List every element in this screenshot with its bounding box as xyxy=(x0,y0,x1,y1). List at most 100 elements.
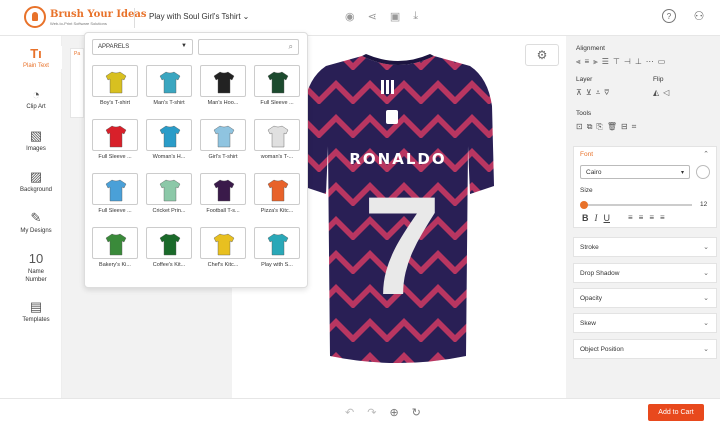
text-align-right-icon[interactable]: ≡ xyxy=(649,213,654,223)
category-value: APPARELS xyxy=(98,44,130,50)
category-select[interactable]: APPARELS ▼ xyxy=(92,39,193,55)
undo-icon[interactable]: ↶ xyxy=(345,406,354,419)
lock-icon[interactable]: ⊟ xyxy=(621,122,628,132)
background-icon: ▨ xyxy=(29,169,43,184)
reset-icon[interactable]: ↻ xyxy=(412,406,421,419)
product-tile[interactable]: Chef's Kitc... xyxy=(200,227,246,272)
size-label: Size xyxy=(580,187,593,194)
stroke-section[interactable]: Stroke ⌄ xyxy=(573,237,717,257)
product-tile[interactable]: Cricket Prin... xyxy=(146,173,192,218)
product-label: Man's Hoo... xyxy=(207,100,239,106)
flip-horizontal-icon[interactable]: ◭ xyxy=(653,88,659,97)
sidebar-item-images[interactable]: ▧ Images xyxy=(10,128,62,152)
sidebar-item-label: Clip Art xyxy=(26,104,46,110)
flip-vertical-icon[interactable]: ◁ xyxy=(663,88,669,97)
jersey-player-name[interactable]: RONALDO xyxy=(349,150,446,168)
redo-icon[interactable]: ↷ xyxy=(367,406,376,419)
chevron-down-icon: ⌄ xyxy=(703,320,709,327)
product-tile[interactable]: Man's Hoo... xyxy=(200,65,246,110)
left-sidebar: Tı Plain Text ◔ Clip Art ▧ Images ▨ Back… xyxy=(10,36,62,398)
object-position-section[interactable]: Object Position ⌄ xyxy=(573,339,717,359)
product-tile[interactable]: Pizza's Kitc... xyxy=(254,173,300,218)
product-tile[interactable]: Full Sleeve ... xyxy=(92,173,138,218)
product-tile[interactable]: Full Sleeve ... xyxy=(254,65,300,110)
sidebar-item-plain-text[interactable]: Tı Plain Text xyxy=(10,46,62,69)
align-right-icon[interactable]: ⫸ xyxy=(593,57,598,67)
user-icon[interactable]: ⚇ xyxy=(692,9,706,23)
copy-icon[interactable]: ⎘ xyxy=(596,122,602,132)
sidebar-item-label: Background xyxy=(19,187,53,193)
product-tile[interactable]: Man's T-shirt xyxy=(146,65,192,110)
font-size-slider[interactable] xyxy=(582,204,692,206)
product-title: Play with Soul Girl's Tshirt xyxy=(149,12,241,21)
product-tile[interactable]: Girl's T-shirt xyxy=(200,119,246,164)
align-justify-icon[interactable]: ☰ xyxy=(602,57,609,67)
product-tile[interactable]: Play with S... xyxy=(254,227,300,272)
drop-shadow-section[interactable]: Drop Shadow ⌄ xyxy=(573,263,717,283)
send-backward-icon[interactable]: ⩡ xyxy=(596,88,601,98)
product-label: Man's T-shirt xyxy=(153,100,185,106)
sidebar-item-my-designs[interactable]: ✎ My Designs xyxy=(10,210,62,234)
text-align-justify-icon[interactable]: ≡ xyxy=(660,213,665,223)
product-tile[interactable]: Boy's T-shirt xyxy=(92,65,138,110)
jersey-preview[interactable]: RONALDO 7 xyxy=(302,36,494,396)
canvas-settings-button[interactable]: ⚙ xyxy=(525,44,559,66)
toolbar-icons: ◉ ⋖ ▣ ⤓ xyxy=(345,10,418,23)
align-top-icon[interactable]: ⊤ xyxy=(613,57,620,67)
product-tile[interactable]: Full Sleeve ... xyxy=(92,119,138,164)
product-tile[interactable]: Woman's H... xyxy=(146,119,192,164)
product-label: Pizza's Kitc... xyxy=(260,208,294,214)
add-to-cart-button[interactable]: Add to Cart xyxy=(648,404,704,421)
font-size-slider-handle[interactable] xyxy=(580,201,588,209)
text-align-center-icon[interactable]: ≡ xyxy=(639,213,644,223)
alignment-icons: ⫷ ≡ ⫸ ☰ ⊤ ⊣ ⊥ ⋯ ▭ xyxy=(576,57,665,67)
sidebar-item-background[interactable]: ▨ Background xyxy=(10,169,62,193)
duplicate-icon[interactable]: ⧉ xyxy=(587,122,593,132)
product-tile[interactable]: Football T-s... xyxy=(200,173,246,218)
underline-button[interactable]: U xyxy=(604,213,611,223)
preview-eye-icon[interactable]: ◉ xyxy=(345,10,355,23)
align-center-icon[interactable]: ≡ xyxy=(585,57,590,67)
font-family-select[interactable]: Cairo ▾ xyxy=(580,165,690,179)
product-tile[interactable]: Coffee's Kit... xyxy=(146,227,192,272)
bring-forward-icon[interactable]: ⊻ xyxy=(586,88,592,98)
text-align-left-icon[interactable]: ≡ xyxy=(628,213,633,223)
send-back-icon[interactable]: ⩢ xyxy=(604,88,609,98)
product-title-dropdown[interactable]: Play with Soul Girl's Tshirt ⌄ xyxy=(149,12,249,21)
product-search-input[interactable]: ⌕ xyxy=(198,39,299,55)
bring-front-icon[interactable]: ⊼ xyxy=(576,88,582,98)
align-extra-icon[interactable]: ▭ xyxy=(658,57,666,67)
crop-icon[interactable]: ⌗ xyxy=(632,122,637,132)
share-icon[interactable]: ⋖ xyxy=(368,10,377,23)
delete-icon[interactable]: 🗑 xyxy=(607,122,617,132)
skew-section[interactable]: Skew ⌄ xyxy=(573,313,717,333)
save-icon[interactable]: ▣ xyxy=(390,10,400,23)
product-thumbnail xyxy=(92,65,138,97)
jersey-player-number[interactable]: 7 xyxy=(363,167,441,324)
product-tile[interactable]: woman's T-... xyxy=(254,119,300,164)
product-thumbnail xyxy=(254,227,300,259)
align-bottom-icon[interactable]: ⊥ xyxy=(635,57,642,67)
select-icon[interactable]: ⊡ xyxy=(576,122,583,132)
italic-button[interactable]: I xyxy=(595,213,598,223)
sidebar-item-clip-art[interactable]: ◔ Clip Art xyxy=(10,87,62,110)
product-tile[interactable]: Bakery's Ki... xyxy=(92,227,138,272)
sidebar-item-name-number[interactable]: 10 Name Number xyxy=(10,251,62,284)
align-middle-icon[interactable]: ⊣ xyxy=(624,57,631,67)
font-color-picker[interactable] xyxy=(696,165,710,179)
chevron-up-icon[interactable]: ⌃ xyxy=(703,150,709,158)
product-picker-popup: APPARELS ▼ ⌕ Boy's T-shirt Man's T-shirt M… xyxy=(84,32,308,288)
tools-title: Tools xyxy=(576,110,592,117)
bold-button[interactable]: B xyxy=(582,213,589,223)
download-icon[interactable]: ⤓ xyxy=(413,10,418,23)
help-icon[interactable]: ? xyxy=(662,9,676,23)
align-left-icon[interactable]: ⫷ xyxy=(576,57,581,67)
product-thumbnail xyxy=(254,65,300,97)
sidebar-item-templates[interactable]: ▤ Templates xyxy=(10,299,62,323)
logo[interactable]: Brush Your Ideas Web-to-Print Software S… xyxy=(24,6,146,28)
opacity-section[interactable]: Opacity ⌄ xyxy=(573,288,717,308)
font-style-buttons: B I U ≡ ≡ ≡ ≡ xyxy=(582,213,665,223)
zoom-in-icon[interactable]: ⊕ xyxy=(389,406,398,419)
distribute-icon[interactable]: ⋯ xyxy=(646,57,654,67)
font-title[interactable]: Font xyxy=(580,151,593,158)
